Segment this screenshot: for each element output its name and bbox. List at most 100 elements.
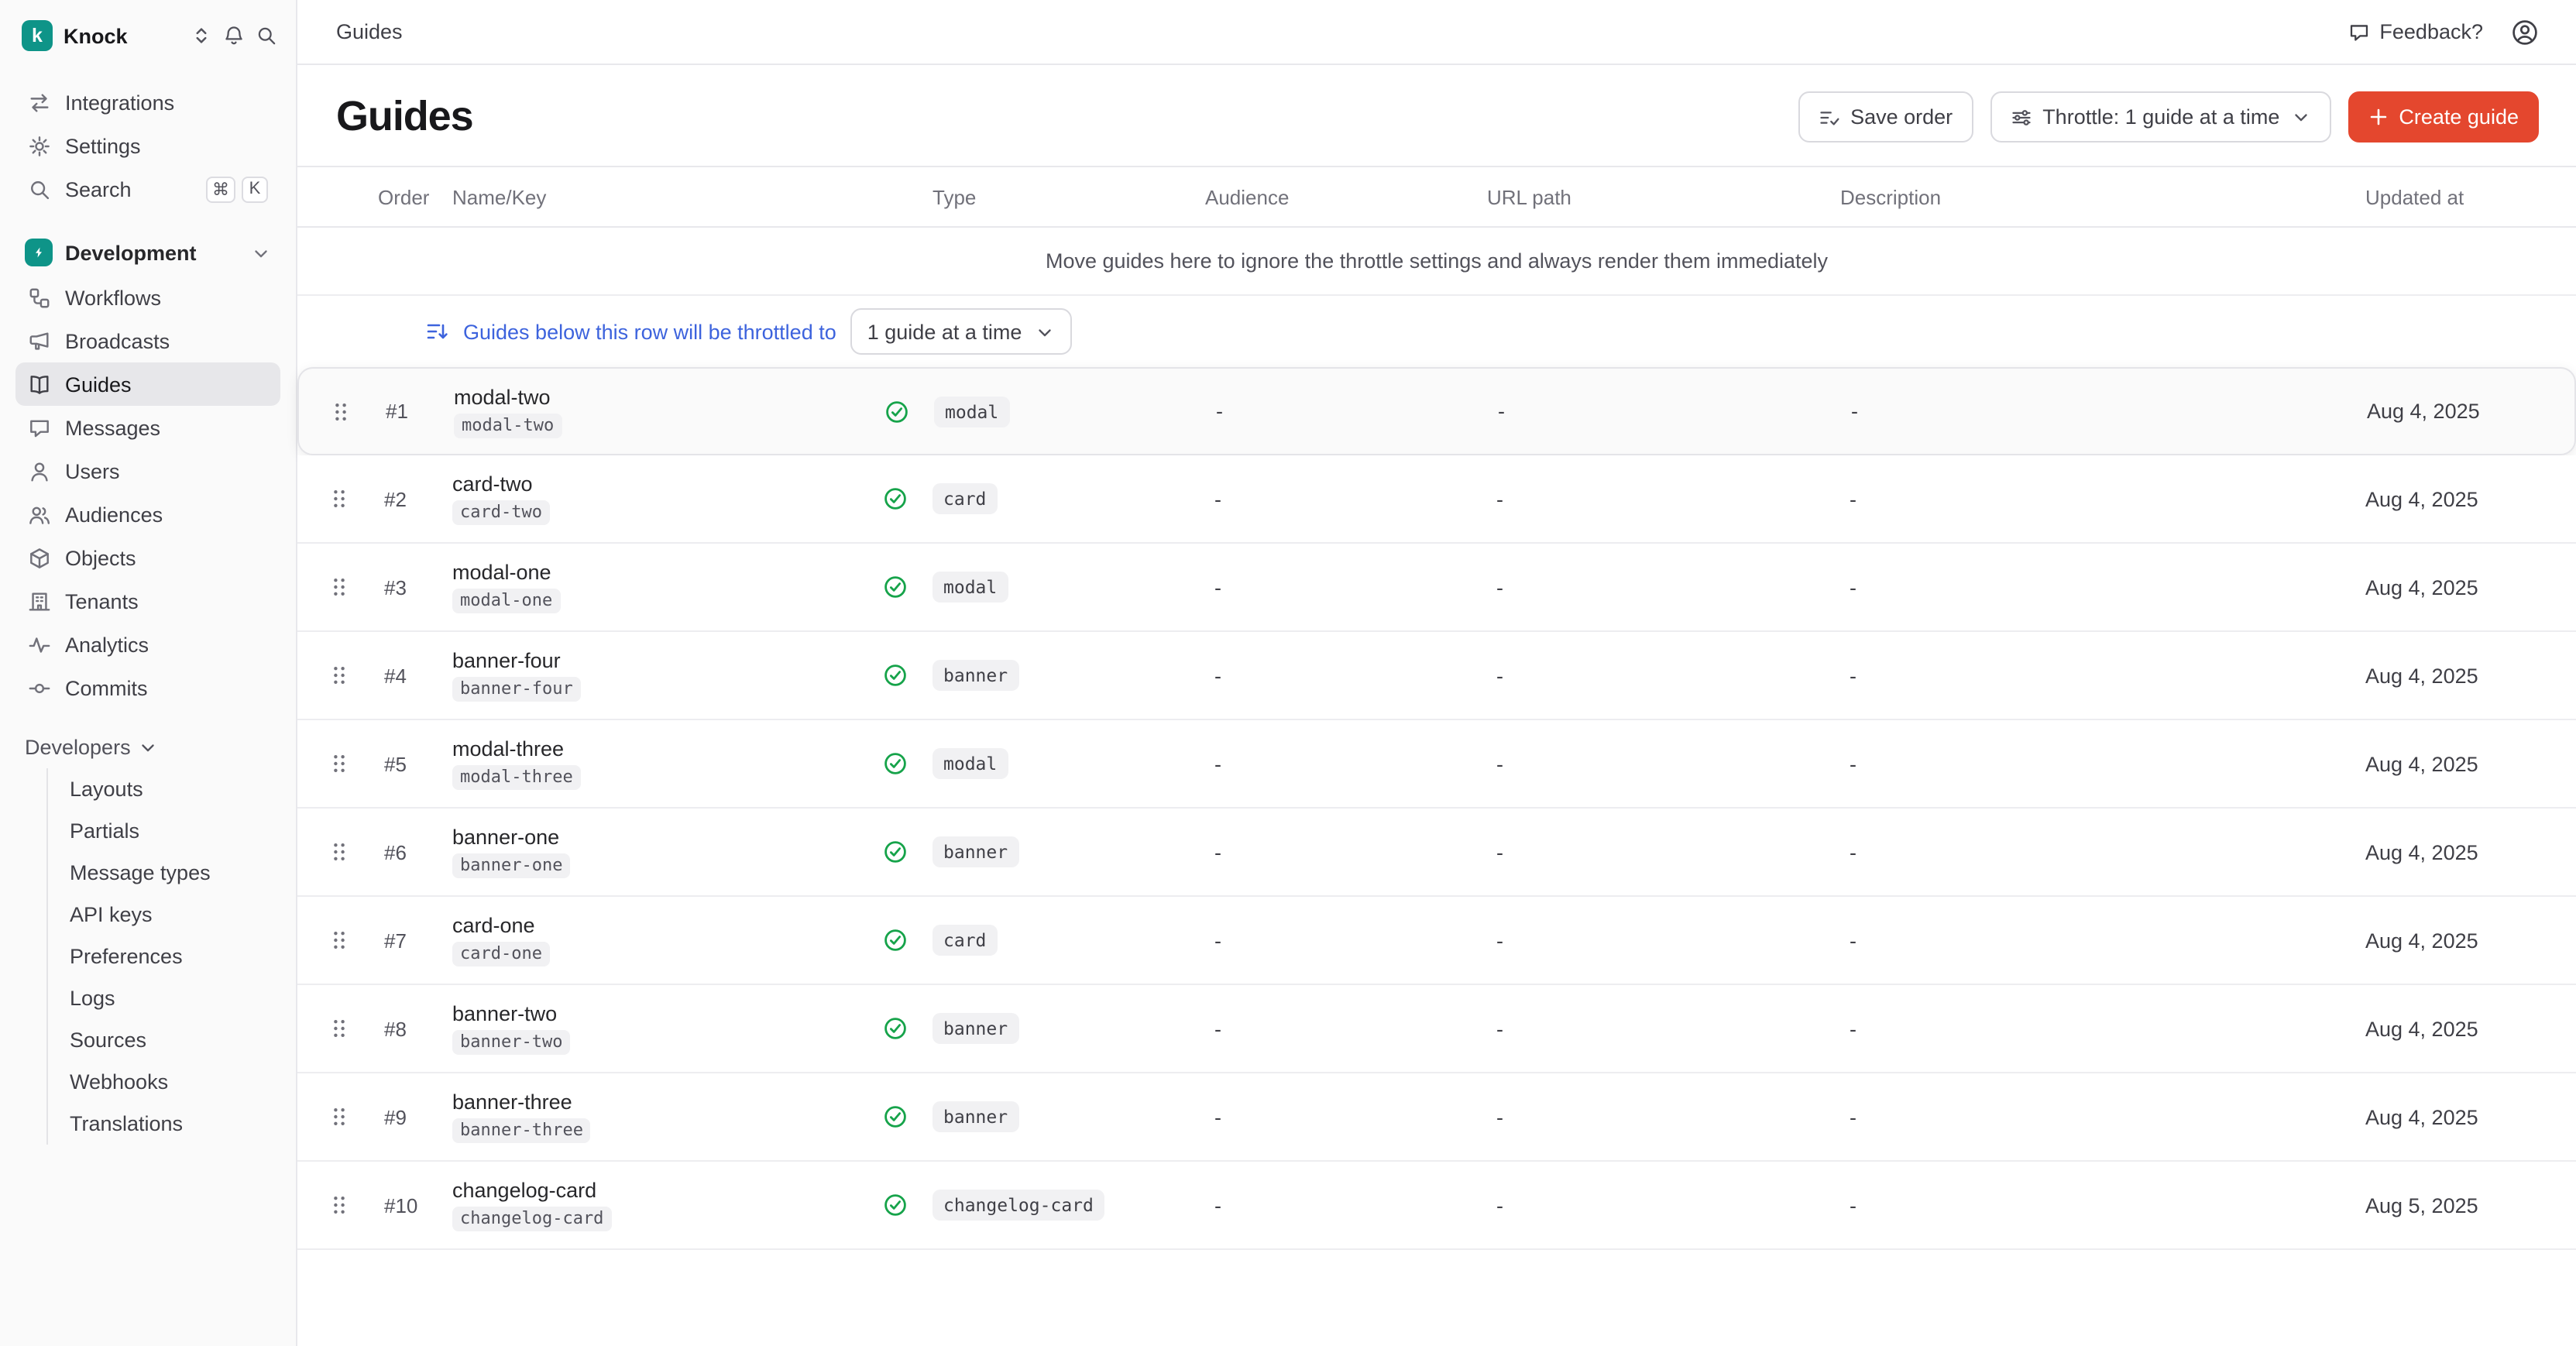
guide-name-cell[interactable]: modal-three modal-three <box>440 737 867 790</box>
sidebar-item-objects[interactable]: Objects <box>15 536 280 579</box>
drag-handle-icon <box>327 1104 352 1129</box>
drag-handle[interactable] <box>297 928 366 953</box>
sidebar-item-messages[interactable]: Messages <box>15 406 280 449</box>
table-row[interactable]: #2 card-two card-two card - - - Aug 4, 2… <box>297 455 2576 544</box>
developers-section-toggle[interactable]: Developers <box>15 725 280 768</box>
create-guide-button[interactable]: Create guide <box>2348 91 2539 142</box>
guide-name-cell[interactable]: changelog-card changelog-card <box>440 1179 867 1231</box>
table-row[interactable]: #7 card-one card-one card - - - Aug 4, 2… <box>297 897 2576 985</box>
table-row[interactable]: #6 banner-one banner-one banner - - - Au… <box>297 809 2576 897</box>
user-avatar[interactable] <box>2511 18 2539 46</box>
description-value: - <box>1832 400 2358 423</box>
sidebar-item-logs[interactable]: Logs <box>51 977 280 1019</box>
guide-name-cell[interactable]: banner-three banner-three <box>440 1090 867 1143</box>
table-row[interactable]: #8 banner-two banner-two banner - - - Au… <box>297 985 2576 1073</box>
drag-handle[interactable] <box>297 486 366 511</box>
table-row[interactable]: #4 banner-four banner-four banner - - - … <box>297 632 2576 720</box>
sidebar-item-api-keys[interactable]: API keys <box>51 894 280 936</box>
throttle-button-label: Throttle: 1 guide at a time <box>2042 105 2279 129</box>
save-order-button[interactable]: Save order <box>1798 91 1973 142</box>
updated-at-value: Aug 4, 2025 <box>2356 1017 2576 1040</box>
status-cell <box>867 575 923 599</box>
table-row[interactable]: #10 changelog-card changelog-card change… <box>297 1162 2576 1250</box>
guide-name-cell[interactable]: modal-two modal-two <box>441 385 869 438</box>
throttle-value-dropdown[interactable]: 1 guide at a time <box>850 308 1072 355</box>
updated-at-value: Aug 4, 2025 <box>2356 752 2576 775</box>
drag-handle[interactable] <box>297 1193 366 1217</box>
unthrottled-drop-zone[interactable]: Move guides here to ignore the throttle … <box>297 228 2576 296</box>
description-value: - <box>1831 1193 2356 1217</box>
environment-switcher[interactable]: Development <box>15 229 280 276</box>
drag-handle[interactable] <box>297 1104 366 1129</box>
environment-label: Development <box>65 241 197 264</box>
drag-handle[interactable] <box>297 840 366 864</box>
chevron-down-icon <box>2290 107 2310 127</box>
drag-handle[interactable] <box>297 663 366 688</box>
drag-handle-icon <box>327 751 352 776</box>
guide-name: modal-one <box>452 561 551 584</box>
table-header-row: Order Name/Key Type Audience URL path De… <box>297 166 2576 228</box>
type-badge: modal <box>933 748 1008 779</box>
check-circle-icon <box>883 751 908 776</box>
workspace-name[interactable]: Knock <box>64 24 128 47</box>
throttle-divider-label[interactable]: Guides below this row will be throttled … <box>463 320 836 343</box>
sidebar-item-integrations[interactable]: Integrations <box>15 81 280 124</box>
table-row[interactable]: #9 banner-three banner-three banner - - … <box>297 1073 2576 1162</box>
bell-icon[interactable] <box>223 25 245 46</box>
sidebar-item-settings[interactable]: Settings <box>15 124 280 167</box>
guide-name-cell[interactable]: banner-four banner-four <box>440 649 867 702</box>
guide-name-cell[interactable]: banner-two banner-two <box>440 1002 867 1055</box>
feedback-bubble-icon <box>2348 21 2370 43</box>
feedback-button[interactable]: Feedback? <box>2348 20 2483 43</box>
sidebar-item-preferences[interactable]: Preferences <box>51 936 280 977</box>
search-icon[interactable] <box>256 25 277 46</box>
sidebar-item-label: Audiences <box>65 503 163 526</box>
breadcrumb[interactable]: Guides <box>336 20 403 43</box>
expand-collapse-icon[interactable] <box>191 25 212 46</box>
sidebar-item-users[interactable]: Users <box>15 449 280 493</box>
sidebar-item-guides[interactable]: Guides <box>15 362 280 406</box>
sidebar-item-search[interactable]: Search ⌘ K <box>15 167 280 211</box>
sidebar-item-message-types[interactable]: Message types <box>51 852 280 894</box>
guide-key-badge: modal-three <box>452 765 581 790</box>
sidebar-item-commits[interactable]: Commits <box>15 666 280 709</box>
sidebar-item-workflows[interactable]: Workflows <box>15 276 280 319</box>
drag-handle[interactable] <box>297 1016 366 1041</box>
sidebar-item-broadcasts[interactable]: Broadcasts <box>15 319 280 362</box>
sidebar-item-audiences[interactable]: Audiences <box>15 493 280 536</box>
sidebar-item-label: Translations <box>70 1112 183 1135</box>
sidebar-item-label: Broadcasts <box>65 329 170 352</box>
sidebar-item-label: Preferences <box>70 945 183 968</box>
description-value: - <box>1831 752 2356 775</box>
description-value: - <box>1831 487 2356 510</box>
drag-handle-icon <box>327 663 352 688</box>
sidebar-item-partials[interactable]: Partials <box>51 810 280 852</box>
table-row[interactable]: #3 modal-one modal-one modal - - - Aug 4… <box>297 544 2576 632</box>
sidebar-item-sources[interactable]: Sources <box>51 1019 280 1061</box>
drag-handle[interactable] <box>297 575 366 599</box>
sidebar-item-webhooks[interactable]: Webhooks <box>51 1061 280 1103</box>
check-circle-icon <box>883 1016 908 1041</box>
throttle-dropdown-button[interactable]: Throttle: 1 guide at a time <box>1990 91 2330 142</box>
sidebar-item-tenants[interactable]: Tenants <box>15 579 280 623</box>
knock-logo-letter: k <box>32 25 43 46</box>
sidebar-header: k Knock <box>15 15 280 56</box>
table-row[interactable]: #1 modal-two modal-two modal - - - Aug 4… <box>297 367 2576 455</box>
guide-name-cell[interactable]: card-two card-two <box>440 472 867 525</box>
guide-name-cell[interactable]: banner-one banner-one <box>440 826 867 878</box>
people-icon <box>28 503 51 526</box>
sidebar-item-analytics[interactable]: Analytics <box>15 623 280 666</box>
table-row[interactable]: #5 modal-three modal-three modal - - - A… <box>297 720 2576 809</box>
kbd-cmd: ⌘ <box>206 176 235 202</box>
guide-name: card-two <box>452 472 533 496</box>
audience-value: - <box>1197 400 1479 423</box>
sidebar-item-translations[interactable]: Translations <box>51 1103 280 1145</box>
audience-value: - <box>1196 1105 1478 1128</box>
drag-handle[interactable] <box>299 399 367 424</box>
guide-name-cell[interactable]: modal-one modal-one <box>440 561 867 613</box>
drag-handle[interactable] <box>297 751 366 776</box>
sidebar-item-layouts[interactable]: Layouts <box>51 768 280 810</box>
main-area: Guides Feedback? Guides Save order Throt… <box>297 0 2576 1346</box>
guide-name-cell[interactable]: card-one card-one <box>440 914 867 967</box>
knock-logo[interactable]: k <box>22 20 53 51</box>
